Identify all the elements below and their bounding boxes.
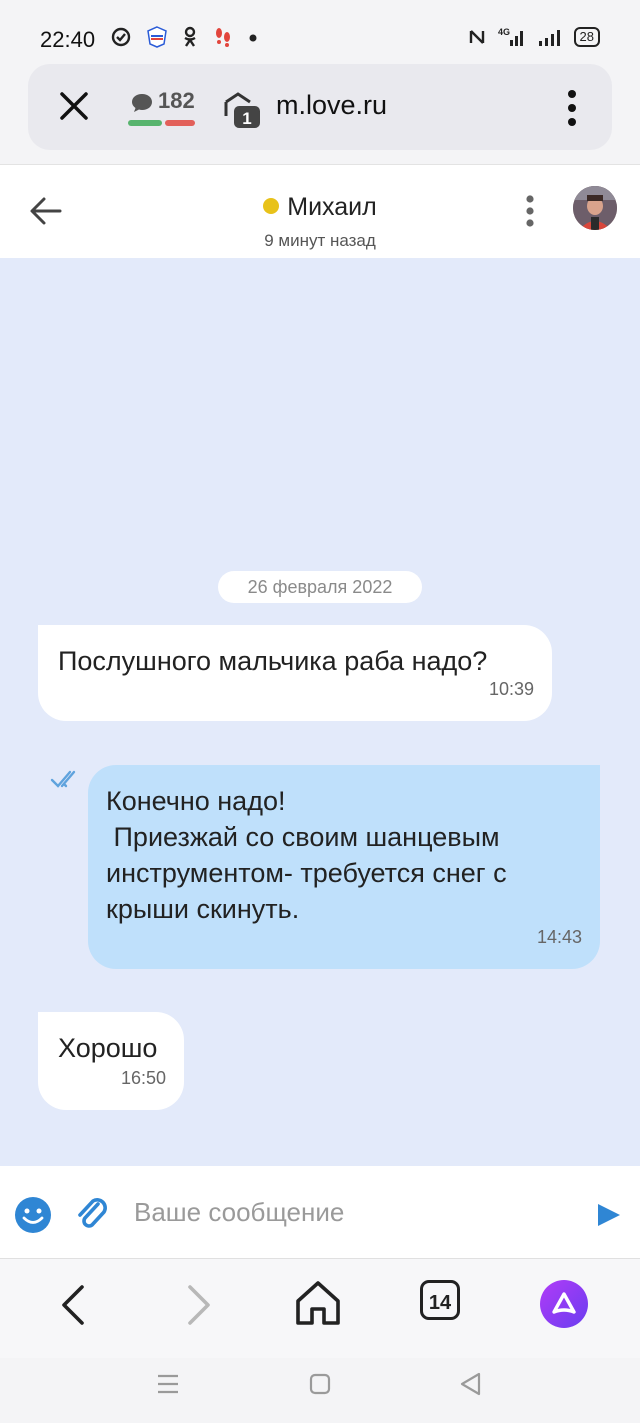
footprints-icon bbox=[216, 28, 230, 47]
url-text[interactable]: m.love.ru bbox=[276, 90, 387, 121]
message-time: 16:50 bbox=[120, 1068, 166, 1088]
message-composer bbox=[0, 1166, 640, 1258]
counter-bars bbox=[128, 120, 196, 126]
message-outgoing[interactable]: Конечно надо! Приезжай со своим шанцевым… bbox=[88, 765, 600, 969]
signal-4g-icon: 4G bbox=[498, 27, 523, 46]
notification-icons bbox=[110, 26, 258, 48]
paperclip-icon[interactable] bbox=[74, 1194, 110, 1234]
avatar-photo bbox=[573, 186, 617, 230]
contact-title[interactable]: Михаил bbox=[0, 193, 640, 222]
close-icon[interactable] bbox=[52, 84, 96, 128]
last-seen: 9 минут назад bbox=[264, 231, 376, 250]
message-time: 10:39 bbox=[488, 679, 534, 699]
chat-more-icon[interactable] bbox=[520, 193, 540, 233]
signal-icon bbox=[538, 30, 560, 46]
emoji-icon[interactable] bbox=[14, 1196, 52, 1234]
counter-bar-red bbox=[165, 120, 195, 126]
message-text: Конечно надо! Приезжай со своим шанцевым… bbox=[106, 786, 507, 924]
tabs-count-small: 1 bbox=[242, 109, 251, 128]
message-incoming[interactable]: Послушного мальчика раба надо? 10:39 bbox=[38, 625, 552, 721]
system-home-icon[interactable] bbox=[309, 1373, 331, 1395]
check-circle-icon bbox=[111, 27, 131, 47]
message-text: Послушного мальчика раба надо? bbox=[58, 646, 488, 676]
chat-messages-area[interactable]: 26 февраля 2022 Послушного мальчика раба… bbox=[0, 258, 640, 1166]
nfc-icon bbox=[469, 30, 484, 44]
status-bar: 22:40 4G 28 bbox=[0, 0, 640, 64]
messages-counter[interactable]: 182 bbox=[128, 88, 200, 128]
double-check-icon bbox=[50, 770, 76, 788]
home-icon[interactable] bbox=[292, 1277, 344, 1329]
contact-avatar[interactable] bbox=[573, 186, 617, 230]
system-navigation-bar bbox=[0, 1358, 640, 1423]
gosuslugi-icon bbox=[147, 26, 167, 48]
browser-forward-icon[interactable] bbox=[172, 1279, 224, 1331]
svg-text:4G: 4G bbox=[498, 27, 510, 37]
status-time: 22:40 bbox=[40, 27, 96, 52]
alice-assistant-icon[interactable] bbox=[540, 1280, 588, 1328]
odnoklassniki-icon bbox=[184, 26, 196, 47]
dot-icon bbox=[249, 34, 257, 42]
online-status-dot bbox=[263, 198, 280, 214]
recents-icon[interactable] bbox=[156, 1373, 180, 1395]
alice-triangle bbox=[552, 1292, 576, 1314]
chat-bubble-icon bbox=[132, 94, 152, 112]
tabs-icon[interactable]: 1 bbox=[220, 86, 264, 130]
browser-back-icon[interactable] bbox=[48, 1279, 100, 1331]
contact-name: Михаил bbox=[287, 193, 377, 221]
browser-navigation-bar: 14 bbox=[0, 1258, 640, 1359]
system-back-icon[interactable] bbox=[459, 1372, 483, 1396]
message-incoming[interactable]: Хорошо 16:50 bbox=[38, 1012, 184, 1110]
more-vertical-icon[interactable] bbox=[562, 86, 582, 130]
message-time: 14:43 bbox=[536, 927, 582, 947]
date-separator: 26 февраля 2022 bbox=[218, 571, 422, 603]
battery-icon: 28 bbox=[573, 27, 600, 47]
message-input[interactable] bbox=[134, 1190, 574, 1234]
messages-count: 182 bbox=[158, 88, 195, 113]
tabs-counter-button[interactable]: 14 bbox=[420, 1280, 460, 1320]
system-icons: 4G 28 bbox=[468, 26, 600, 48]
send-icon[interactable] bbox=[596, 1202, 622, 1228]
browser-address-bar: 182 1 m.love.ru bbox=[28, 64, 612, 150]
chat-header: Михаил 9 минут назад bbox=[0, 164, 640, 259]
counter-bar-green bbox=[128, 120, 162, 126]
